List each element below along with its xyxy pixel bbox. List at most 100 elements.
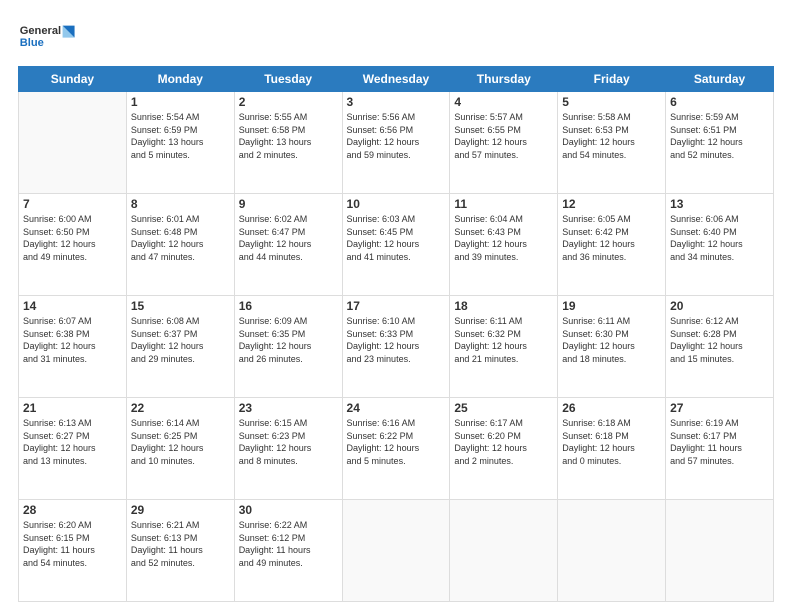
day-number: 19	[562, 299, 661, 313]
day-number: 30	[239, 503, 338, 517]
calendar-cell: 21 Sunrise: 6:13 AMSunset: 6:27 PMDayligh…	[19, 398, 127, 500]
cell-info: Sunrise: 6:04 AMSunset: 6:43 PMDaylight:…	[454, 213, 553, 263]
day-number: 4	[454, 95, 553, 109]
calendar-cell: 19 Sunrise: 6:11 AMSunset: 6:30 PMDayligh…	[558, 296, 666, 398]
svg-text:Blue: Blue	[20, 37, 44, 49]
day-number: 24	[347, 401, 446, 415]
day-number: 7	[23, 197, 122, 211]
cell-info: Sunrise: 5:57 AMSunset: 6:55 PMDaylight:…	[454, 111, 553, 161]
calendar-cell: 2 Sunrise: 5:55 AMSunset: 6:58 PMDaylight…	[234, 92, 342, 194]
day-header-sunday: Sunday	[19, 67, 127, 92]
cell-info: Sunrise: 6:15 AMSunset: 6:23 PMDaylight:…	[239, 417, 338, 467]
cell-info: Sunrise: 6:11 AMSunset: 6:30 PMDaylight:…	[562, 315, 661, 365]
day-number: 23	[239, 401, 338, 415]
cell-info: Sunrise: 5:58 AMSunset: 6:53 PMDaylight:…	[562, 111, 661, 161]
calendar-table: SundayMondayTuesdayWednesdayThursdayFrid…	[18, 66, 774, 602]
cell-info: Sunrise: 6:09 AMSunset: 6:35 PMDaylight:…	[239, 315, 338, 365]
cell-info: Sunrise: 6:22 AMSunset: 6:12 PMDaylight:…	[239, 519, 338, 569]
cell-info: Sunrise: 6:14 AMSunset: 6:25 PMDaylight:…	[131, 417, 230, 467]
calendar-cell: 13 Sunrise: 6:06 AMSunset: 6:40 PMDayligh…	[666, 194, 774, 296]
day-header-wednesday: Wednesday	[342, 67, 450, 92]
calendar-cell: 27 Sunrise: 6:19 AMSunset: 6:17 PMDayligh…	[666, 398, 774, 500]
day-number: 20	[670, 299, 769, 313]
calendar-cell: 16 Sunrise: 6:09 AMSunset: 6:35 PMDayligh…	[234, 296, 342, 398]
day-number: 16	[239, 299, 338, 313]
cell-info: Sunrise: 6:05 AMSunset: 6:42 PMDaylight:…	[562, 213, 661, 263]
calendar-cell: 5 Sunrise: 5:58 AMSunset: 6:53 PMDaylight…	[558, 92, 666, 194]
cell-info: Sunrise: 6:00 AMSunset: 6:50 PMDaylight:…	[23, 213, 122, 263]
cell-info: Sunrise: 6:19 AMSunset: 6:17 PMDaylight:…	[670, 417, 769, 467]
day-number: 18	[454, 299, 553, 313]
day-header-saturday: Saturday	[666, 67, 774, 92]
day-number: 14	[23, 299, 122, 313]
calendar-cell	[19, 92, 127, 194]
header: General Blue	[18, 18, 774, 58]
day-number: 10	[347, 197, 446, 211]
day-header-monday: Monday	[126, 67, 234, 92]
calendar-cell: 28 Sunrise: 6:20 AMSunset: 6:15 PMDayligh…	[19, 500, 127, 602]
calendar-week-1: 1 Sunrise: 5:54 AMSunset: 6:59 PMDaylight…	[19, 92, 774, 194]
cell-info: Sunrise: 6:17 AMSunset: 6:20 PMDaylight:…	[454, 417, 553, 467]
cell-info: Sunrise: 6:11 AMSunset: 6:32 PMDaylight:…	[454, 315, 553, 365]
day-header-tuesday: Tuesday	[234, 67, 342, 92]
calendar-cell: 26Sunrise: 6:18 AMSunset: 6:18 PMDayligh…	[558, 398, 666, 500]
calendar-cell: 14 Sunrise: 6:07 AMSunset: 6:38 PMDayligh…	[19, 296, 127, 398]
day-number: 13	[670, 197, 769, 211]
calendar-week-3: 14 Sunrise: 6:07 AMSunset: 6:38 PMDayligh…	[19, 296, 774, 398]
calendar-cell: 1 Sunrise: 5:54 AMSunset: 6:59 PMDaylight…	[126, 92, 234, 194]
calendar-cell	[450, 500, 558, 602]
cell-info: Sunrise: 5:55 AMSunset: 6:58 PMDaylight:…	[239, 111, 338, 161]
logo: General Blue	[18, 18, 78, 58]
day-number: 28	[23, 503, 122, 517]
day-number: 21	[23, 401, 122, 415]
day-number: 25	[454, 401, 553, 415]
day-number: 3	[347, 95, 446, 109]
day-number: 22	[131, 401, 230, 415]
calendar-cell: 6 Sunrise: 5:59 AMSunset: 6:51 PMDaylight…	[666, 92, 774, 194]
calendar-cell: 12 Sunrise: 6:05 AMSunset: 6:42 PMDayligh…	[558, 194, 666, 296]
calendar-cell: 11Sunrise: 6:04 AMSunset: 6:43 PMDayligh…	[450, 194, 558, 296]
day-number: 1	[131, 95, 230, 109]
cell-info: Sunrise: 5:59 AMSunset: 6:51 PMDaylight:…	[670, 111, 769, 161]
cell-info: Sunrise: 6:20 AMSunset: 6:15 PMDaylight:…	[23, 519, 122, 569]
day-number: 29	[131, 503, 230, 517]
day-number: 5	[562, 95, 661, 109]
cell-info: Sunrise: 6:07 AMSunset: 6:38 PMDaylight:…	[23, 315, 122, 365]
svg-text:General: General	[20, 25, 61, 37]
calendar-cell	[342, 500, 450, 602]
day-number: 26	[562, 401, 661, 415]
cell-info: Sunrise: 6:01 AMSunset: 6:48 PMDaylight:…	[131, 213, 230, 263]
calendar-cell: 15 Sunrise: 6:08 AMSunset: 6:37 PMDayligh…	[126, 296, 234, 398]
calendar-cell: 20Sunrise: 6:12 AMSunset: 6:28 PMDayligh…	[666, 296, 774, 398]
calendar-cell	[666, 500, 774, 602]
cell-info: Sunrise: 6:13 AMSunset: 6:27 PMDaylight:…	[23, 417, 122, 467]
calendar-cell: 18 Sunrise: 6:11 AMSunset: 6:32 PMDayligh…	[450, 296, 558, 398]
calendar-cell: 9Sunrise: 6:02 AMSunset: 6:47 PMDaylight…	[234, 194, 342, 296]
cell-info: Sunrise: 6:03 AMSunset: 6:45 PMDaylight:…	[347, 213, 446, 263]
day-number: 15	[131, 299, 230, 313]
cell-info: Sunrise: 6:10 AMSunset: 6:33 PMDaylight:…	[347, 315, 446, 365]
page: General Blue SundayMondayTuesdayWednesda…	[0, 0, 792, 612]
day-number: 12	[562, 197, 661, 211]
cell-info: Sunrise: 6:06 AMSunset: 6:40 PMDaylight:…	[670, 213, 769, 263]
day-number: 8	[131, 197, 230, 211]
cell-info: Sunrise: 6:02 AMSunset: 6:47 PMDaylight:…	[239, 213, 338, 263]
cell-info: Sunrise: 6:16 AMSunset: 6:22 PMDaylight:…	[347, 417, 446, 467]
cell-info: Sunrise: 6:08 AMSunset: 6:37 PMDaylight:…	[131, 315, 230, 365]
calendar-cell: 29Sunrise: 6:21 AMSunset: 6:13 PMDayligh…	[126, 500, 234, 602]
calendar-cell: 4 Sunrise: 5:57 AMSunset: 6:55 PMDaylight…	[450, 92, 558, 194]
day-number: 2	[239, 95, 338, 109]
calendar-cell: 7 Sunrise: 6:00 AMSunset: 6:50 PMDaylight…	[19, 194, 127, 296]
calendar-cell: 25 Sunrise: 6:17 AMSunset: 6:20 PMDayligh…	[450, 398, 558, 500]
calendar-week-4: 21 Sunrise: 6:13 AMSunset: 6:27 PMDayligh…	[19, 398, 774, 500]
calendar-cell: 23 Sunrise: 6:15 AMSunset: 6:23 PMDayligh…	[234, 398, 342, 500]
calendar-cell: 30 Sunrise: 6:22 AMSunset: 6:12 PMDayligh…	[234, 500, 342, 602]
calendar-cell	[558, 500, 666, 602]
calendar-cell: 24 Sunrise: 6:16 AMSunset: 6:22 PMDayligh…	[342, 398, 450, 500]
day-number: 27	[670, 401, 769, 415]
calendar-cell: 22 Sunrise: 6:14 AMSunset: 6:25 PMDayligh…	[126, 398, 234, 500]
calendar-week-5: 28 Sunrise: 6:20 AMSunset: 6:15 PMDayligh…	[19, 500, 774, 602]
day-number: 6	[670, 95, 769, 109]
cell-info: Sunrise: 5:54 AMSunset: 6:59 PMDaylight:…	[131, 111, 230, 161]
day-number: 17	[347, 299, 446, 313]
